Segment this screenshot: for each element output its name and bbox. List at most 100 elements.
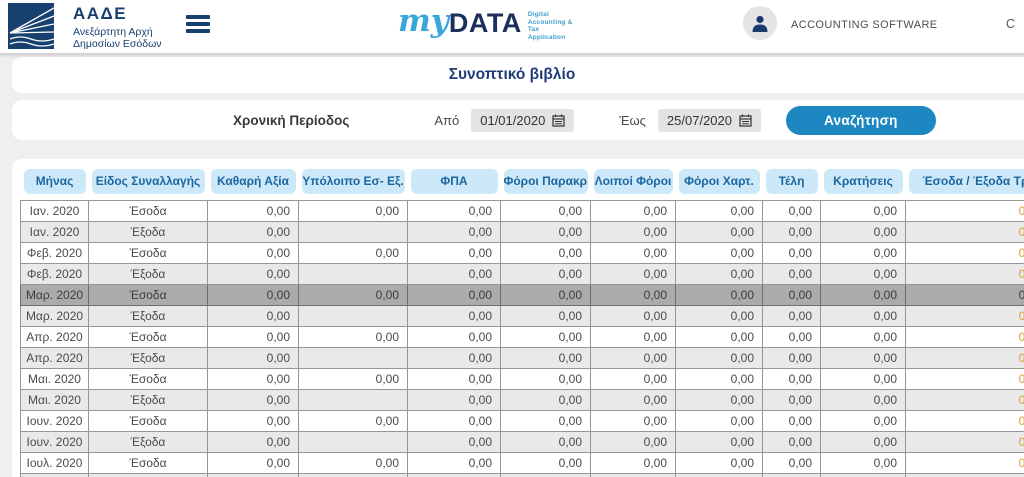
table-panel: ΜήναςΕίδος ΣυναλλαγήςΚαθαρή ΑξίαΥπόλοιπο… <box>12 159 1024 477</box>
cell-type: Έξοδα <box>89 432 208 453</box>
cell-value: 0,00 <box>763 411 821 432</box>
cell-value <box>299 222 408 243</box>
cell-value <box>763 474 821 477</box>
cell-type: Έσοδα <box>89 327 208 348</box>
table-row[interactable]: Μαι. 2020Έσοδα0,000,000,000,000,000,000,… <box>21 369 1024 390</box>
cell-value: 0,00 <box>821 411 906 432</box>
cell-value: 0,00 <box>763 390 821 411</box>
cell-month: Φεβ. 2020 <box>21 243 89 264</box>
table-row[interactable]: Ιουν. 2020Έσοδα0,000,000,000,000,000,000… <box>21 411 1024 432</box>
page-title: Συνοπτικό βιβλίο <box>449 66 576 84</box>
cell-value: 0,00 <box>676 432 763 453</box>
column-header: Έσοδα / Έξοδα Τρίτων <box>906 169 1024 201</box>
cell-value: 0,00 <box>591 222 676 243</box>
column-header: Φόροι Χαρτ. <box>676 169 763 201</box>
table-row[interactable]: Φεβ. 2020Έσοδα0,000,000,000,000,000,000,… <box>21 243 1024 264</box>
table-row[interactable]: Μαρ. 2020Έξοδα0,000,000,000,000,000,000,… <box>21 306 1024 327</box>
cell-value: 0,00 <box>906 390 1024 411</box>
column-header: ΦΠΑ <box>408 169 501 201</box>
menu-icon[interactable] <box>186 15 210 36</box>
cell-value: 0,00 <box>906 264 1024 285</box>
aade-logo-icon <box>8 3 54 49</box>
cell-type: Έσοδα <box>89 369 208 390</box>
cell-value: 0,00 <box>821 327 906 348</box>
cell-value: 0,00 <box>501 369 591 390</box>
cell-value: 0,00 <box>591 306 676 327</box>
column-header-pill: Καθαρή Αξία <box>211 169 296 194</box>
mydata-logo: my DATA Digital Accounting & Tax Applica… <box>398 2 572 44</box>
table-row[interactable]: Απρ. 2020Έξοδα0,000,000,000,000,000,000,… <box>21 348 1024 369</box>
table-row[interactable]: Μαρ. 2020Έσοδα0,000,000,000,000,000,000,… <box>21 285 1024 306</box>
cell-value <box>408 474 501 477</box>
cell-value: 0,00 <box>299 285 408 306</box>
summary-table: ΜήναςΕίδος ΣυναλλαγήςΚαθαρή ΑξίαΥπόλοιπο… <box>20 169 1024 477</box>
cell-value <box>299 474 408 477</box>
cell-value: 0,00 <box>676 306 763 327</box>
cell-value: 0,00 <box>299 243 408 264</box>
cell-value: 0,00 <box>591 201 676 222</box>
cell-type: Έξοδα <box>89 390 208 411</box>
cell-value: 0,00 <box>763 222 821 243</box>
user-avatar[interactable] <box>743 6 777 40</box>
calendar-icon[interactable] <box>739 114 752 127</box>
cell-value: 0,00 <box>501 453 591 474</box>
cell-value: 0,00 <box>208 453 299 474</box>
cell-value: 0,00 <box>906 411 1024 432</box>
cell-value: 0,00 <box>501 243 591 264</box>
search-button[interactable]: Αναζήτηση <box>786 106 936 135</box>
table-row[interactable]: Φεβ. 2020Έξοδα0,000,000,000,000,000,000,… <box>21 264 1024 285</box>
mydata-logo-data: DATA <box>449 2 522 44</box>
cell-value: 0,00 <box>408 201 501 222</box>
cell-value: 0,00 <box>299 369 408 390</box>
cell-value: 0,00 <box>299 453 408 474</box>
cell-value: 0,00 <box>501 264 591 285</box>
table-row[interactable]: Ιαν. 2020Έσοδα0,000,000,000,000,000,000,… <box>21 201 1024 222</box>
filter-panel: Χρονική Περίοδος Από 01/01/2020 Έως 25/0… <box>12 100 1024 140</box>
table-row[interactable] <box>21 474 1024 477</box>
cell-type: Έξοδα <box>89 222 208 243</box>
cell-value: 0,00 <box>408 327 501 348</box>
mydata-tagline: Digital Accounting & Tax Application <box>528 11 573 41</box>
cell-value: 0,00 <box>501 390 591 411</box>
aade-abbr: ΑΑΔΕ <box>73 4 162 24</box>
cell-value: 0,00 <box>501 285 591 306</box>
date-to-input[interactable]: 25/07/2020 <box>658 109 761 132</box>
cell-value: 0,00 <box>906 327 1024 348</box>
cell-month: Απρ. 2020 <box>21 348 89 369</box>
cell-value: 0,00 <box>591 243 676 264</box>
column-header-pill: Κρατήσεις <box>824 169 903 194</box>
cell-month: Ιαν. 2020 <box>21 201 89 222</box>
column-header: Κρατήσεις <box>821 169 906 201</box>
cell-value: 0,00 <box>408 285 501 306</box>
table-row[interactable]: Μαι. 2020Έξοδα0,000,000,000,000,000,000,… <box>21 390 1024 411</box>
cell-value: 0,00 <box>763 327 821 348</box>
cell-value: 0,00 <box>763 201 821 222</box>
column-header: Φόροι Παρακρ. <box>501 169 591 201</box>
title-panel: Συνοπτικό βιβλίο <box>12 57 1024 93</box>
calendar-icon[interactable] <box>552 114 565 127</box>
cell-value: 0,00 <box>501 348 591 369</box>
cell-month: Απρ. 2020 <box>21 327 89 348</box>
table-row[interactable]: Απρ. 2020Έσοδα0,000,000,000,000,000,000,… <box>21 327 1024 348</box>
cell-month: Ιαν. 2020 <box>21 222 89 243</box>
cell-value: 0,00 <box>208 411 299 432</box>
cell-value: 0,00 <box>591 390 676 411</box>
cell-value: 0,00 <box>763 285 821 306</box>
cell-value: 0,00 <box>208 264 299 285</box>
cell-value: 0,00 <box>821 285 906 306</box>
column-header: Τέλη <box>763 169 821 201</box>
cell-value: 0,00 <box>408 348 501 369</box>
cell-type: Έσοδα <box>89 243 208 264</box>
column-header-pill: Υπόλοιπο Εσ- Εξ. <box>302 169 405 194</box>
cell-type: Έσοδα <box>89 285 208 306</box>
date-from-input[interactable]: 01/01/2020 <box>471 109 574 132</box>
cell-value: 0,00 <box>501 222 591 243</box>
cell-month: Ιουλ. 2020 <box>21 453 89 474</box>
table-row[interactable]: Ιαν. 2020Έξοδα0,000,000,000,000,000,000,… <box>21 222 1024 243</box>
cell-month: Μαρ. 2020 <box>21 306 89 327</box>
cell-value <box>208 474 299 477</box>
cell-value: 0,00 <box>591 369 676 390</box>
table-row[interactable]: Ιουλ. 2020Έσοδα0,000,000,000,000,000,000… <box>21 453 1024 474</box>
table-row[interactable]: Ιουν. 2020Έξοδα0,000,000,000,000,000,000… <box>21 432 1024 453</box>
cell-value <box>299 390 408 411</box>
